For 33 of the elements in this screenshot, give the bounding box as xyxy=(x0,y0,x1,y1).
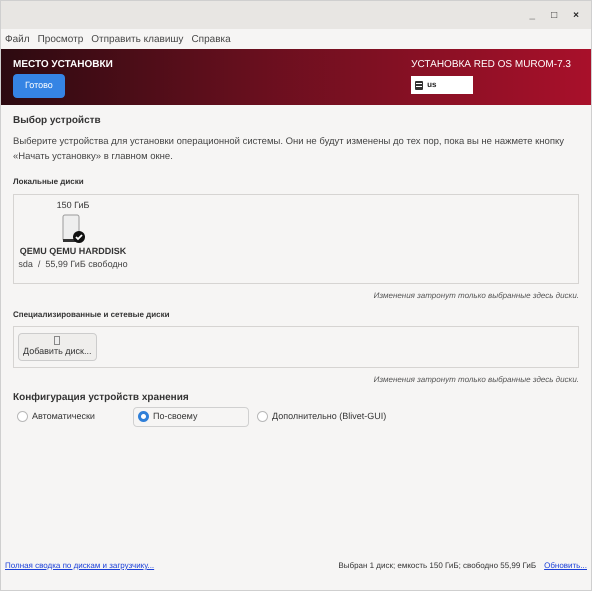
product-title: УСТАНОВКА RED OS MUROM-7.3 xyxy=(411,58,571,72)
radio-label: Автоматически xyxy=(32,410,95,423)
radio-button[interactable] xyxy=(17,411,28,422)
add-disk-button[interactable]: Добавить диск... xyxy=(18,332,96,362)
radio-button[interactable] xyxy=(257,411,268,422)
section-heading: Специализированные и сетевые диски xyxy=(13,309,171,321)
page-title: МЕСТО УСТАНОВКИ xyxy=(13,58,113,72)
section-heading: Выбор устройств xyxy=(13,114,102,128)
menu-item[interactable]: Просмотр xyxy=(38,32,84,46)
disk-name: QEMU QEMU HARDDISK xyxy=(20,244,126,258)
radio-label: Дополнительно (Blivet-GUI) xyxy=(272,410,386,423)
disk-size: 150 ГиБ xyxy=(56,199,90,212)
disk-info: sda / 55,99 ГиБ свободно xyxy=(18,258,128,271)
note-text: Изменения затронут только выбранные здесь диски. xyxy=(374,374,579,386)
menu-item[interactable]: Файл xyxy=(5,32,30,46)
menu-item[interactable]: Отправить клавишу xyxy=(91,32,184,46)
status-text: Выбран 1 диск; емкость 150 ГиБ; свободно 55,99 ГиБ xyxy=(338,560,536,572)
radio-button[interactable] xyxy=(138,411,149,422)
menu-item[interactable]: Справка xyxy=(191,32,231,46)
keyboard-layout-field[interactable]: us xyxy=(411,76,474,94)
keyboard-icon xyxy=(415,80,424,90)
section-heading: Конфигурация устройств хранения xyxy=(13,391,190,405)
done-button[interactable]: Готово xyxy=(13,74,65,98)
window-control[interactable]: × xyxy=(573,8,579,22)
window-control[interactable]: _ xyxy=(530,8,536,22)
refresh-link[interactable]: Обновить... xyxy=(544,560,587,572)
summary-link[interactable]: Полная сводка по дискам и загрузчику... xyxy=(5,560,154,572)
description-text: Выберите устройства для установки операционной системы. Они не будут изменены до тех пор, пока вы не нажмете кнопку «Начать установку» в главном окне. xyxy=(13,135,565,164)
section-heading: Локальные диски xyxy=(13,176,85,188)
note-text: Изменения затронут только выбранные здесь диски. xyxy=(374,290,579,302)
disk-item[interactable]: 150 ГиБ QEMU QEMU HARDDISK sda / 55,99 ГиБ свободно xyxy=(18,199,128,283)
radio-label: По-своему xyxy=(153,410,198,423)
window-control[interactable]: □ xyxy=(551,8,558,22)
